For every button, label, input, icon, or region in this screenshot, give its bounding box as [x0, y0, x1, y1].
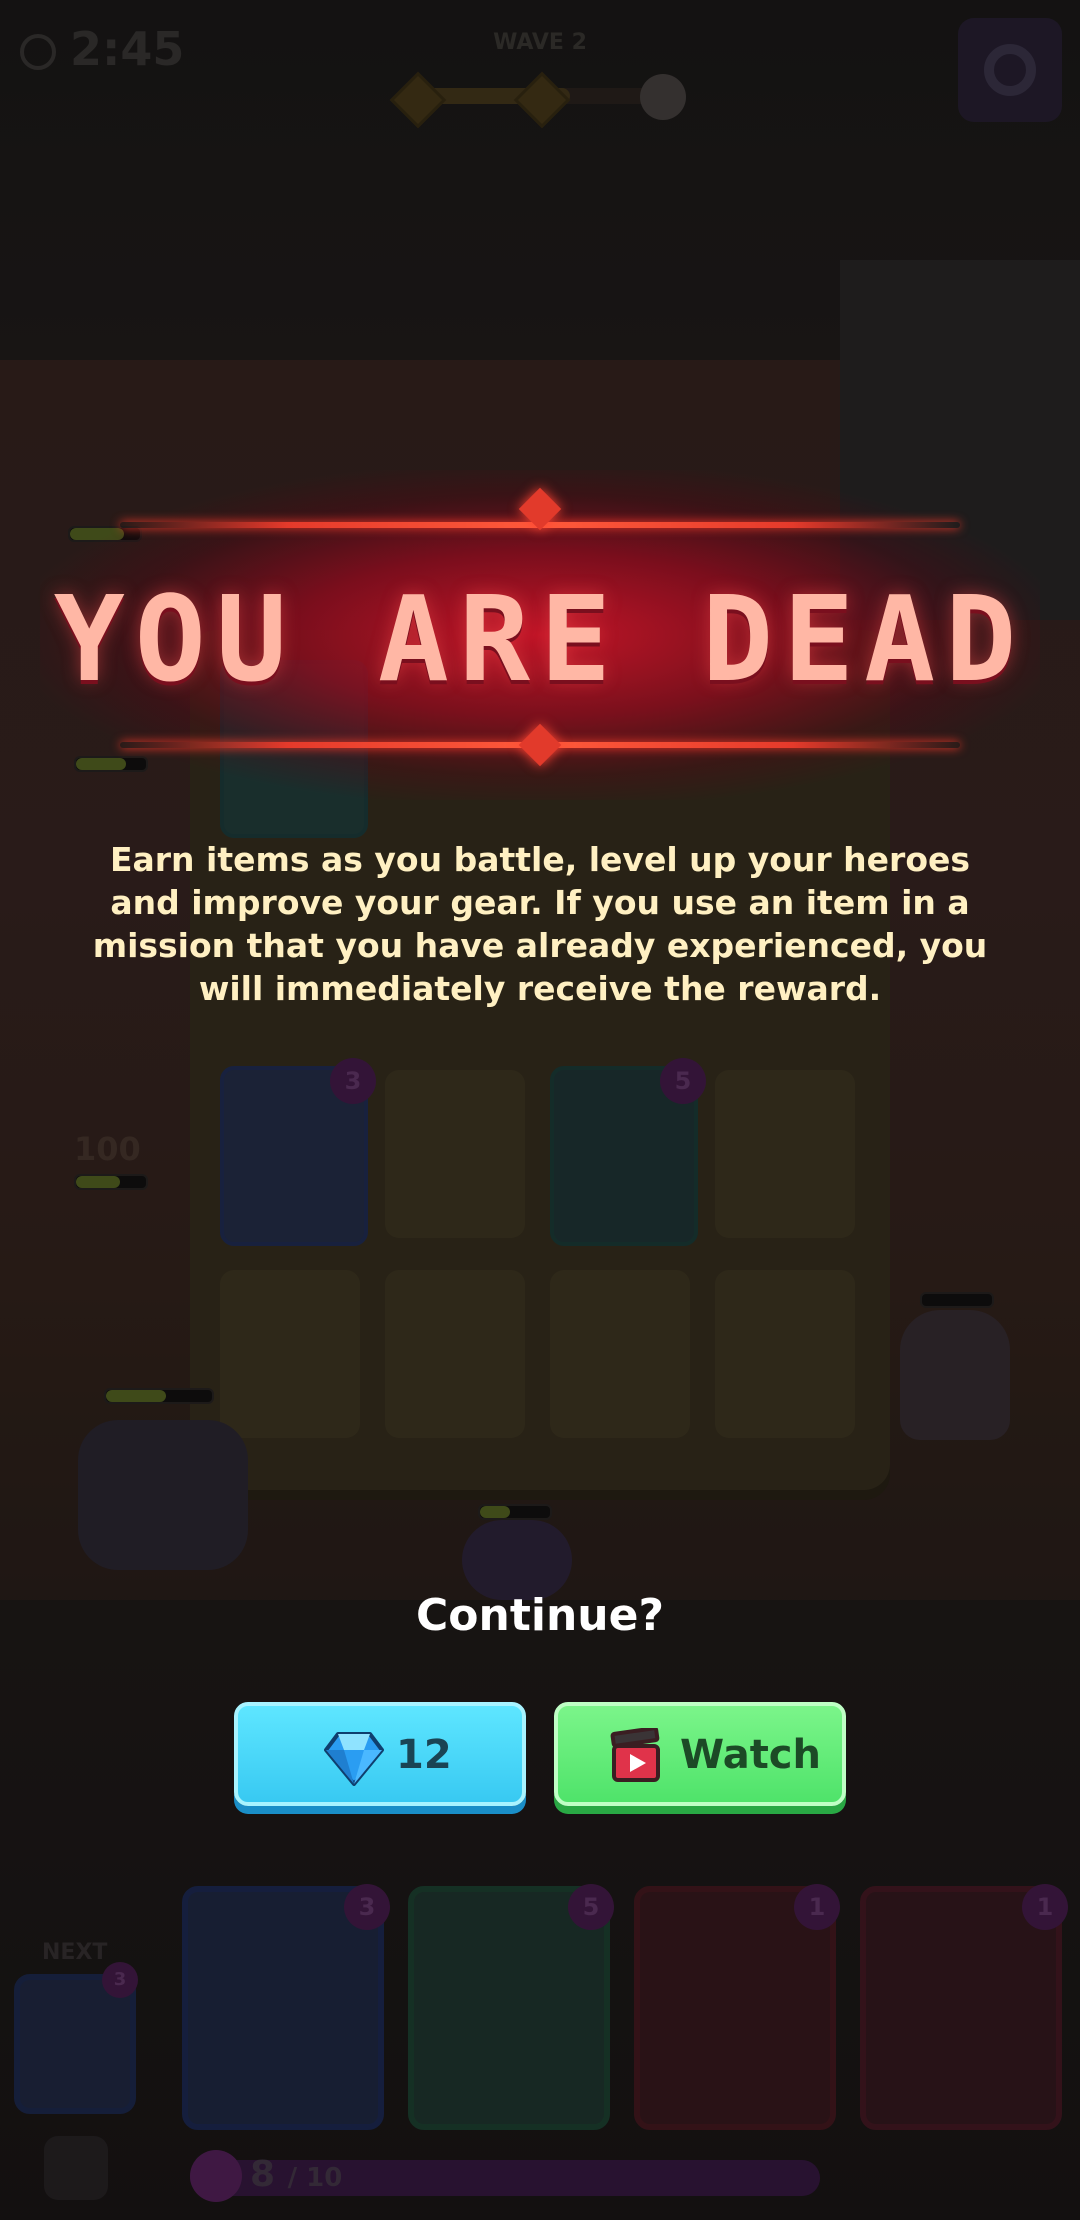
dim-overlay [0, 0, 1080, 2220]
dead-description: Earn items as you battle, level up your … [92, 840, 988, 1008]
watch-label: Watch [680, 1732, 821, 1778]
gem-icon [324, 1732, 384, 1786]
clapperboard-icon [610, 1728, 660, 1782]
continue-prompt: Continue? [416, 1590, 664, 1641]
gem-cost-value: 12 [396, 1732, 452, 1778]
watch-ad-button[interactable]: Watch [554, 1702, 846, 1806]
continue-gems-button[interactable]: 12 [234, 1702, 526, 1806]
dead-title: YOU ARE DEAD [53, 570, 1027, 708]
